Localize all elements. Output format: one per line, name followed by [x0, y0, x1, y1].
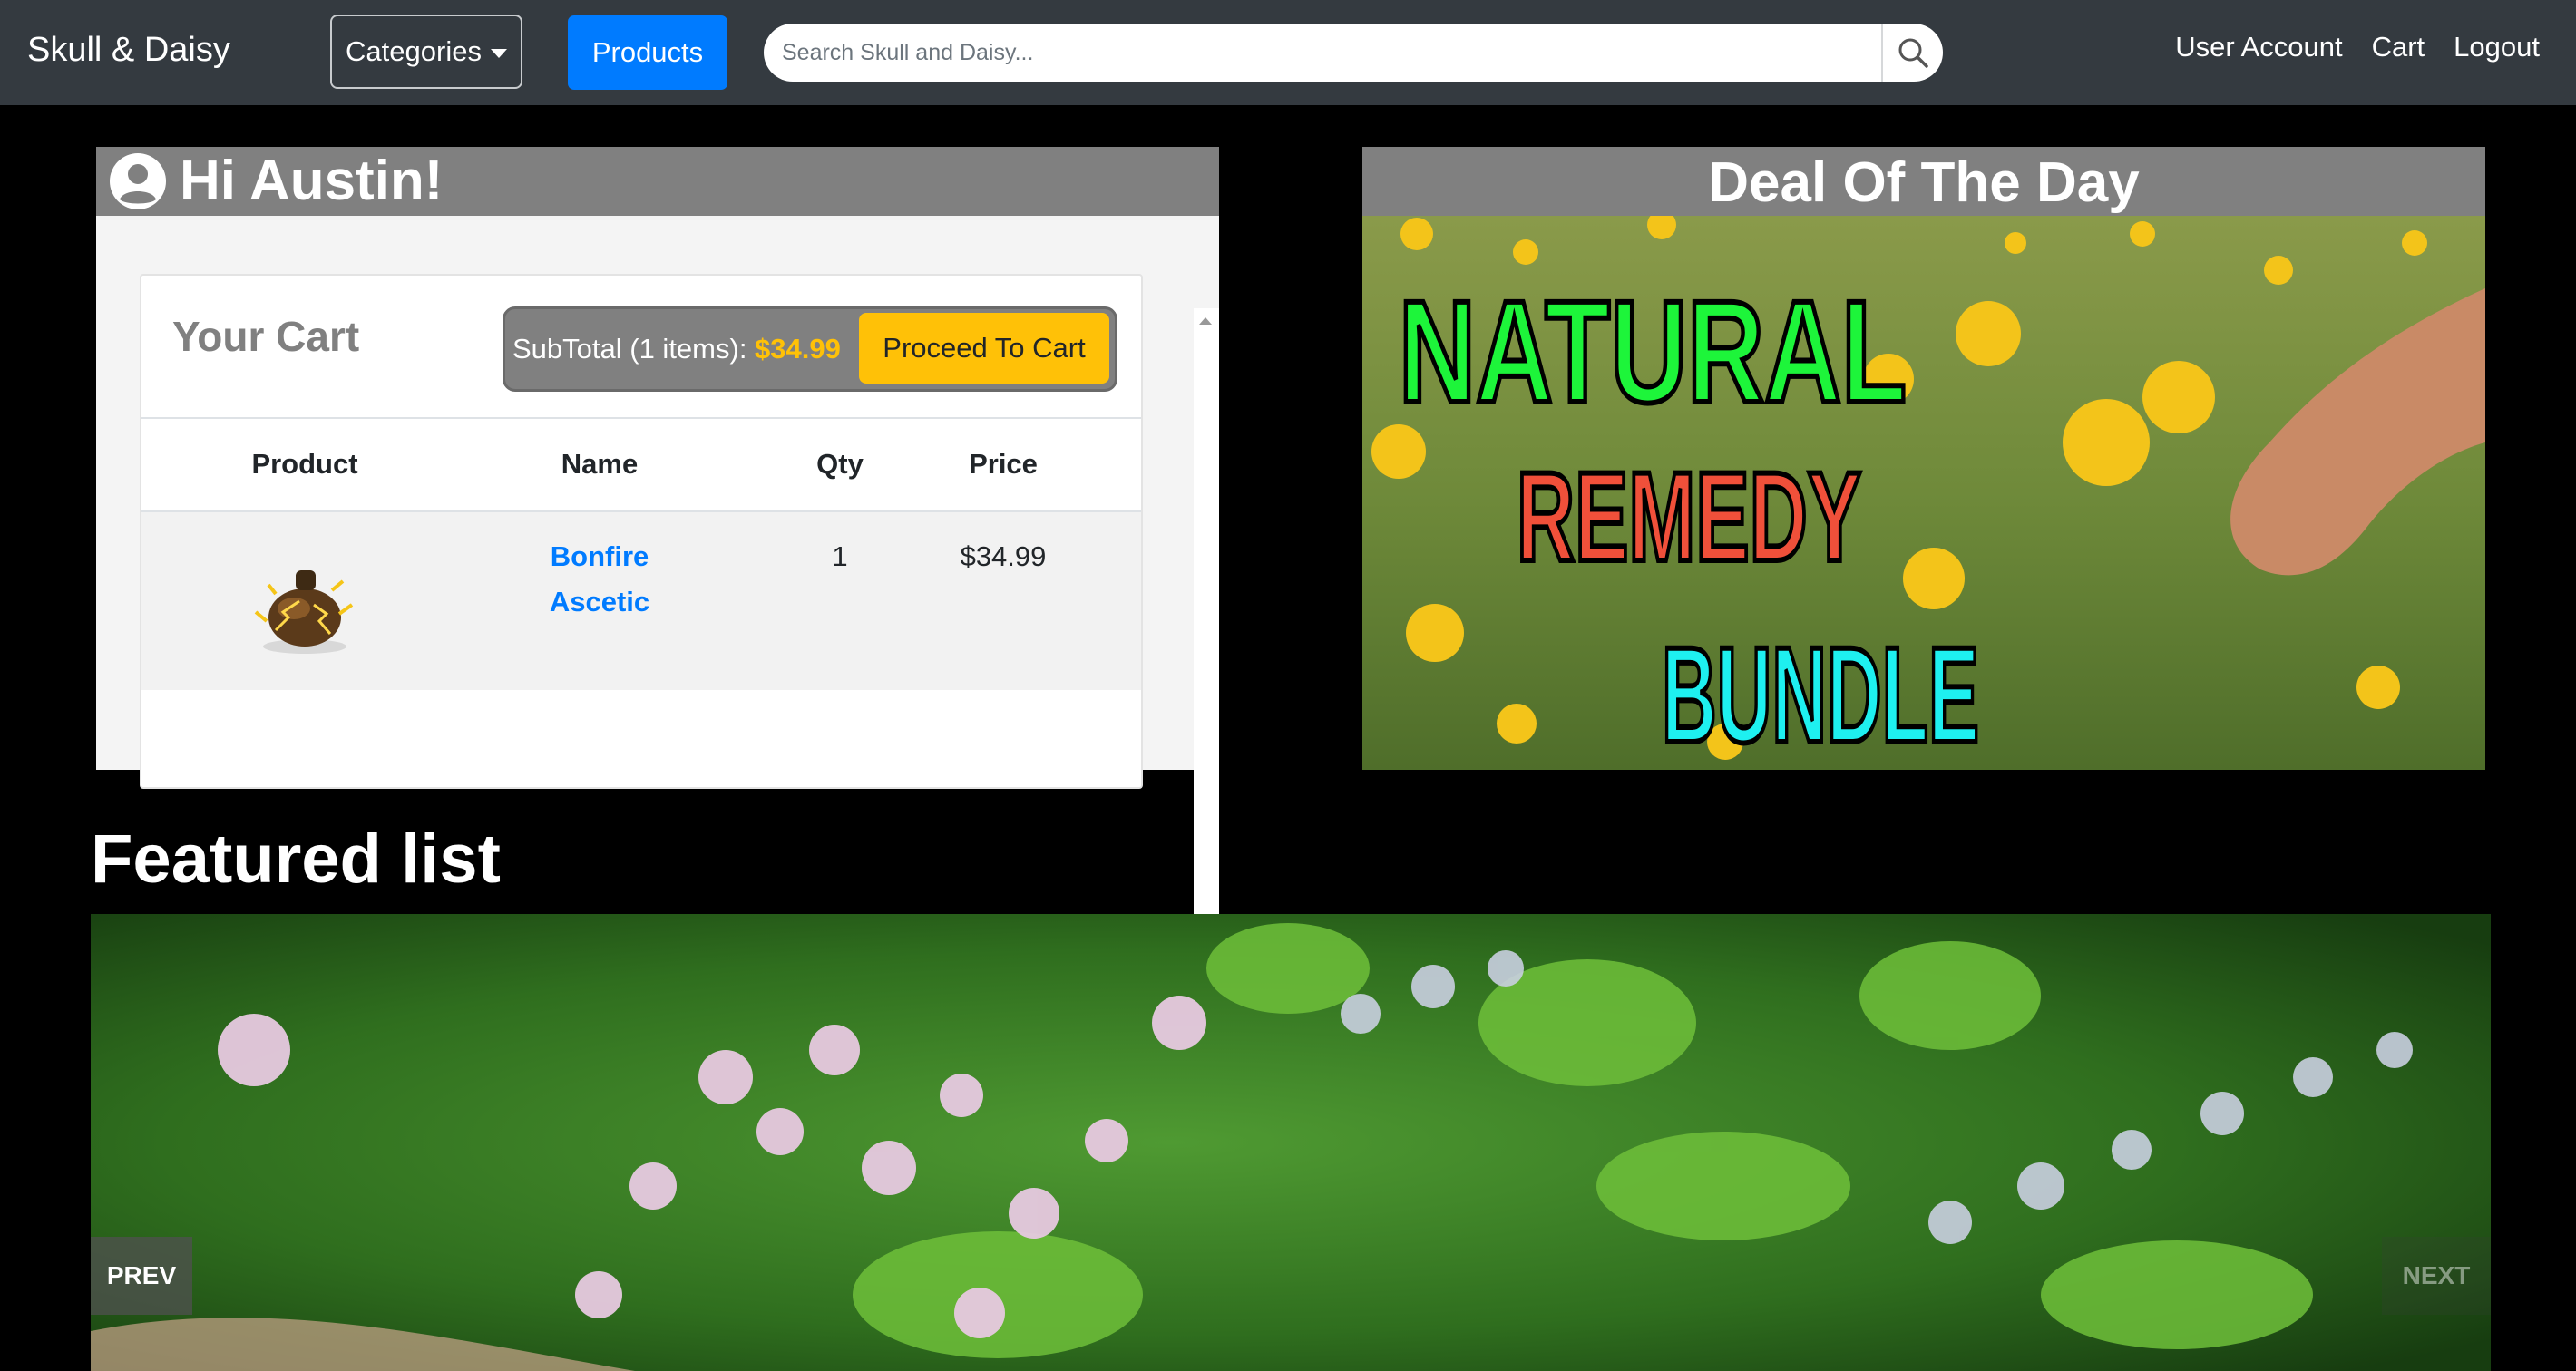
cart-title: Your Cart — [172, 313, 360, 360]
bonfire-ascetic-thumbnail[interactable] — [249, 558, 357, 657]
featured-list-title: Featured list — [91, 821, 501, 898]
scroll-up-arrow-icon[interactable] — [1199, 317, 1212, 325]
banner-line-remedy: REMEDY — [1517, 445, 1861, 588]
carousel-next-button[interactable]: NEXT — [2382, 1237, 2491, 1315]
column-header-price: Price — [969, 448, 1038, 480]
featured-carousel: PREV NEXT — [91, 914, 2491, 1371]
search-button[interactable] — [1881, 24, 1943, 82]
deal-of-the-day-panel: Deal Of The Day NATURAL REMEDY BUNDLE — [1362, 147, 2485, 770]
cart-item-name[interactable]: Bonfire Ascetic — [504, 534, 695, 625]
categories-dropdown[interactable]: Categories — [330, 15, 522, 89]
caret-down-icon — [490, 48, 507, 58]
search-icon — [1898, 38, 1928, 68]
top-navbar: Skull & Daisy Categories Products User A… — [0, 0, 2576, 105]
logout-link[interactable]: Logout — [2454, 31, 2540, 63]
subtotal-label: SubTotal (1 items): — [512, 333, 756, 365]
product-link[interactable]: Bonfire Ascetic — [550, 540, 649, 617]
search-bar — [764, 24, 1943, 82]
proceed-to-cart-button[interactable]: Proceed To Cart — [859, 313, 1109, 384]
subtotal-text: SubTotal (1 items): $34.99 — [512, 309, 841, 389]
cart-card: Your Cart SubTotal (1 items): $34.99 Pro… — [140, 274, 1143, 789]
cart-table-header: Product Name Qty Price — [141, 417, 1141, 512]
cart-link[interactable]: Cart — [2372, 31, 2425, 63]
column-header-qty: Qty — [816, 448, 864, 480]
welcome-header: Hi Austin! — [96, 147, 1219, 216]
search-input[interactable] — [764, 24, 1884, 82]
products-button[interactable]: Products — [568, 15, 727, 90]
banner-line-bundle: BUNDLE — [1662, 618, 1979, 770]
user-account-link[interactable]: User Account — [2175, 31, 2342, 63]
table-row: Bonfire Ascetic 1 $34.99 — [141, 512, 1141, 690]
cart-table: Product Name Qty Price Bonfire Ascetic 1… — [141, 417, 1141, 690]
subtotal-box: SubTotal (1 items): $34.99 Proceed To Ca… — [503, 306, 1117, 392]
cart-item-qty: 1 — [832, 540, 848, 572]
carousel-prev-button[interactable]: PREV — [91, 1237, 192, 1315]
subtotal-amount: $34.99 — [755, 333, 841, 365]
panel-scrollbar[interactable] — [1194, 308, 1219, 916]
cart-item-price: $34.99 — [960, 540, 1047, 572]
brand-logo[interactable]: Skull & Daisy — [27, 27, 230, 73]
column-header-product: Product — [251, 448, 358, 480]
categories-label: Categories — [346, 35, 482, 67]
greeting-title: Hi Austin! — [180, 150, 444, 212]
welcome-panel: Hi Austin! Your Cart SubTotal (1 items):… — [96, 147, 1219, 916]
deal-title: Deal Of The Day — [1362, 147, 2485, 216]
banner-line-natural: NATURAL — [1399, 270, 1907, 433]
featured-herb-image[interactable] — [91, 914, 2491, 1371]
nav-links: User Account Cart Logout — [2175, 31, 2540, 63]
deal-banner-image[interactable]: NATURAL REMEDY BUNDLE — [1362, 216, 2485, 770]
column-header-name: Name — [561, 448, 639, 480]
user-circle-icon — [110, 153, 166, 209]
